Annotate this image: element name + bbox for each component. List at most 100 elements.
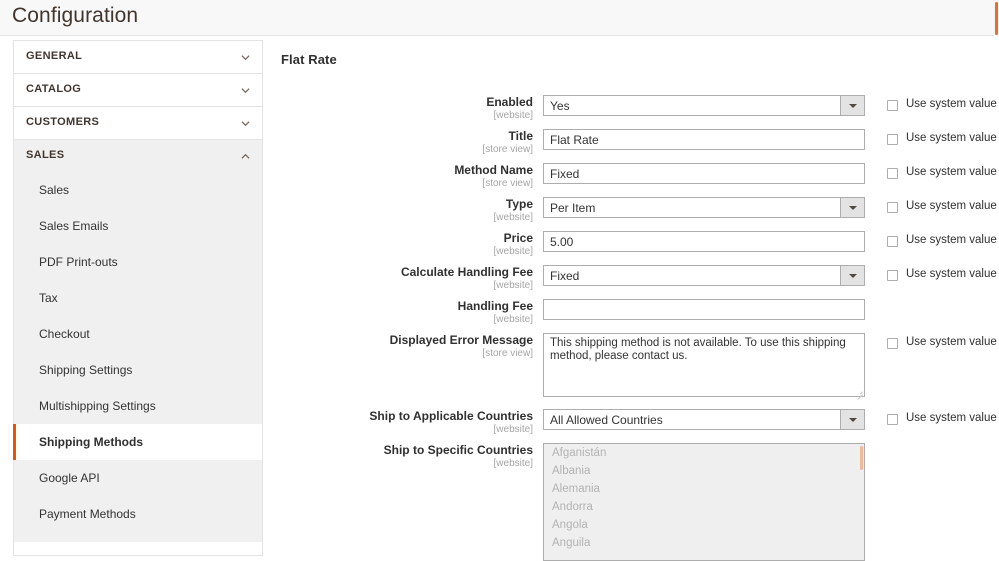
sidebar-section-customers[interactable]: CUSTOMERS <box>13 106 263 139</box>
field-control <box>543 129 865 150</box>
sidebar-section-label: GENERAL <box>26 50 82 62</box>
chevron-down-icon[interactable] <box>840 96 864 115</box>
page-title: Configuration <box>12 4 138 28</box>
field-label: Method Name <box>281 163 533 177</box>
sidebar-section-label: SALES <box>26 149 64 161</box>
field-scope: [website] <box>281 212 533 224</box>
chevron-down-icon[interactable] <box>840 410 864 429</box>
multiselect-scrollbar[interactable] <box>859 444 864 561</box>
sidebar-item-google-api[interactable]: Google API <box>14 460 262 496</box>
input-title[interactable] <box>543 129 865 150</box>
field-scope: [store view] <box>281 178 533 190</box>
sidebar-section-children: Sales Sales Emails PDF Print-outs Tax Checko… <box>13 172 263 542</box>
input-handling-fee[interactable] <box>543 299 865 320</box>
page-scrollbar[interactable] <box>994 0 999 36</box>
sidebar-item-label: PDF Print-outs <box>39 255 118 269</box>
select-ship-to-applicable-countries[interactable]: All Allowed Countries <box>543 409 865 430</box>
checkbox-icon[interactable] <box>887 100 898 111</box>
sidebar-item-checkout[interactable]: Checkout <box>14 316 262 352</box>
field-label: Enabled <box>281 95 533 109</box>
select-value: Per Item <box>550 201 595 215</box>
list-item[interactable]: Alemania <box>544 480 864 498</box>
input-method-name[interactable] <box>543 163 865 184</box>
sidebar-section-general[interactable]: GENERAL <box>13 40 263 73</box>
use-system-value-label: Use system value <box>906 412 997 424</box>
checkbox-icon[interactable] <box>887 414 898 425</box>
section-title: Flat Rate <box>281 52 981 67</box>
field-scope: [website] <box>281 246 533 258</box>
field-control <box>543 163 865 184</box>
checkbox-icon[interactable] <box>887 134 898 145</box>
field-label-group: Ship to Applicable Countries[website] <box>281 409 533 436</box>
field-scope: [store view] <box>281 144 533 156</box>
list-item[interactable]: Albania <box>544 462 864 480</box>
field-scope: [store view] <box>281 348 533 360</box>
checkbox-icon[interactable] <box>887 338 898 349</box>
select-value: Fixed <box>550 269 579 283</box>
field-label: Price <box>281 231 533 245</box>
checkbox-icon[interactable] <box>887 202 898 213</box>
field-scope: [website] <box>281 424 533 436</box>
use-system-value-label: Use system value <box>906 336 997 348</box>
resize-handle-icon[interactable] <box>856 388 863 395</box>
use-system-value-label: Use system value <box>906 132 997 144</box>
sidebar-section-catalog[interactable]: CATALOG <box>13 73 263 106</box>
sidebar-section-label: CATALOG <box>26 83 81 95</box>
multiselect-scrollbar-thumb[interactable] <box>860 446 863 470</box>
field-label: Calculate Handling Fee <box>281 265 533 279</box>
sidebar-item-label: Tax <box>39 291 58 305</box>
multiselect-ship-to-specific-countries[interactable]: AfganistánAlbaniaAlemaniaAndorraAngolaAn… <box>543 443 865 561</box>
field-label-group: Type[website] <box>281 197 533 224</box>
checkbox-icon[interactable] <box>887 236 898 247</box>
sidebar-section-footer <box>13 542 263 556</box>
list-item[interactable]: Angola <box>544 516 864 534</box>
sidebar-item-pdf-print-outs[interactable]: PDF Print-outs <box>14 244 262 280</box>
field-label-group: Method Name[store view] <box>281 163 533 190</box>
sidebar-item-multishipping-settings[interactable]: Multishipping Settings <box>14 388 262 424</box>
chevron-up-icon <box>241 152 250 161</box>
field-control: AfganistánAlbaniaAlemaniaAndorraAngolaAn… <box>543 443 865 561</box>
chevron-down-icon <box>241 119 250 128</box>
sidebar-item-label: Sales <box>39 183 69 197</box>
sidebar-item-tax[interactable]: Tax <box>14 280 262 316</box>
checkbox-icon[interactable] <box>887 168 898 179</box>
field-label: Handling Fee <box>281 299 533 313</box>
page-scrollbar-thumb[interactable] <box>995 2 998 35</box>
sidebar-item-sales[interactable]: Sales <box>14 172 262 208</box>
chevron-down-icon[interactable] <box>840 198 864 217</box>
sidebar-item-label: Multishipping Settings <box>39 399 156 413</box>
main-content: Flat Rate <box>281 40 981 67</box>
field-scope: [website] <box>281 280 533 292</box>
select-calculate-handling-fee[interactable]: Fixed <box>543 265 865 286</box>
field-label-group: Enabled[website] <box>281 95 533 122</box>
chevron-down-icon[interactable] <box>840 266 864 285</box>
textarea-displayed-error-message[interactable]: This shipping method is not available. T… <box>543 333 865 397</box>
sidebar-section-sales[interactable]: SALES <box>13 139 263 172</box>
checkbox-icon[interactable] <box>887 270 898 281</box>
list-item[interactable]: Anguila <box>544 534 864 552</box>
sidebar-item-shipping-methods[interactable]: Shipping Methods <box>13 424 262 460</box>
config-sidebar: GENERAL CATALOG CUSTOMERS SALES Sales Sales E… <box>13 40 263 556</box>
select-enabled[interactable]: Yes <box>543 95 865 116</box>
select-type[interactable]: Per Item <box>543 197 865 218</box>
sidebar-item-shipping-settings[interactable]: Shipping Settings <box>14 352 262 388</box>
sidebar-item-payment-methods[interactable]: Payment Methods <box>14 496 262 532</box>
sidebar-item-label: Sales Emails <box>39 219 108 233</box>
list-item[interactable]: Andorra <box>544 498 864 516</box>
sidebar-section-label: CUSTOMERS <box>26 116 99 128</box>
list-item[interactable]: Afganistán <box>544 444 864 462</box>
sidebar-item-label: Google API <box>39 471 100 485</box>
field-scope: [website] <box>281 314 533 326</box>
field-label: Displayed Error Message <box>281 333 533 347</box>
use-system-value-label: Use system value <box>906 98 997 110</box>
use-system-value-label: Use system value <box>906 234 997 246</box>
sidebar-item-label: Shipping Settings <box>39 363 132 377</box>
use-system-value-label: Use system value <box>906 268 997 280</box>
chevron-down-icon <box>241 53 250 62</box>
input-price[interactable] <box>543 231 865 252</box>
field-label-group: Price[website] <box>281 231 533 258</box>
sidebar-item-sales-emails[interactable]: Sales Emails <box>14 208 262 244</box>
field-control <box>543 231 865 252</box>
sidebar-item-label: Payment Methods <box>39 507 136 521</box>
use-system-value-label: Use system value <box>906 200 997 212</box>
